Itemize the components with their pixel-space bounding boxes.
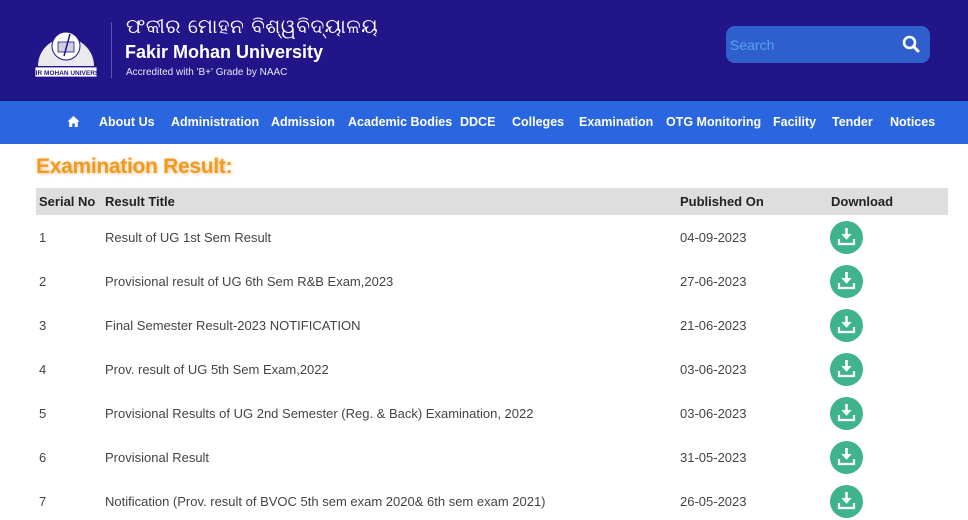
download-icon	[837, 492, 856, 510]
nav-about-us[interactable]: About Us	[99, 101, 155, 144]
nav-otg-monitoring[interactable]: OTG Monitoring	[666, 101, 761, 144]
serial-number: 6	[39, 450, 47, 465]
result-title: Result of UG 1st Sem Result	[105, 230, 272, 245]
main-navigation: About Us Administration Admission Academ…	[0, 99, 968, 144]
download-icon	[837, 228, 856, 246]
download-icon	[837, 448, 856, 466]
published-date: 21-06-2023	[680, 318, 747, 333]
nav-colleges[interactable]: Colleges	[512, 101, 564, 144]
column-header-download: Download	[831, 194, 894, 209]
logo-text: FAKIR MOHAN UNIVERSITY	[32, 70, 100, 77]
serial-number: 3	[39, 318, 47, 333]
nav-academic-bodies[interactable]: Academic Bodies	[348, 101, 452, 144]
download-icon	[837, 316, 856, 334]
page-title: Examination Result:	[36, 155, 233, 178]
search-box	[726, 26, 930, 63]
home-icon	[67, 116, 80, 127]
nav-notices[interactable]: Notices	[890, 101, 935, 144]
table-row: 1 Result of UG 1st Sem Result 04-09-2023	[36, 216, 948, 260]
download-icon	[837, 272, 856, 290]
download-icon	[837, 404, 856, 422]
accreditation-text: Accredited with 'B+' Grade by NAAC	[126, 67, 288, 78]
nav-ddce[interactable]: DDCE	[460, 101, 495, 144]
download-button[interactable]	[830, 441, 863, 474]
published-date: 03-06-2023	[680, 362, 747, 377]
column-header-published: Published On	[680, 194, 764, 209]
nav-examination[interactable]: Examination	[579, 101, 653, 144]
search-button[interactable]	[902, 35, 920, 53]
nav-home[interactable]	[67, 115, 80, 128]
nav-admission[interactable]: Admission	[271, 101, 335, 144]
published-date: 31-05-2023	[680, 450, 747, 465]
published-date: 27-06-2023	[680, 274, 747, 289]
published-date: 26-05-2023	[680, 494, 747, 509]
table-row: 3 Final Semester Result-2023 NOTIFICATION…	[36, 304, 948, 348]
result-title: Final Semester Result-2023 NOTIFICATION	[105, 318, 361, 333]
serial-number: 1	[39, 230, 47, 245]
download-icon	[837, 360, 856, 378]
download-button[interactable]	[830, 309, 863, 342]
university-name-odia: ଫକୀର ମୋହନ ବିଶ୍ୱବିଦ୍ୟାଳୟ	[126, 14, 379, 38]
serial-number: 2	[39, 274, 47, 289]
download-button[interactable]	[830, 397, 863, 430]
nav-facility[interactable]: Facility	[773, 101, 816, 144]
search-icon	[902, 35, 920, 53]
result-title: Prov. result of UG 5th Sem Exam,2022	[105, 362, 329, 377]
results-table-header: Serial No Result Title Published On Down…	[36, 188, 948, 215]
table-row: 5 Provisional Results of UG 2nd Semester …	[36, 392, 948, 436]
table-row: 7 Notification (Prov. result of BVOC 5th …	[36, 480, 948, 520]
university-logo[interactable]: FAKIR MOHAN UNIVERSITY	[23, 14, 110, 80]
serial-number: 7	[39, 494, 47, 509]
serial-number: 5	[39, 406, 47, 421]
nav-tender[interactable]: Tender	[832, 101, 873, 144]
download-button[interactable]	[830, 265, 863, 298]
nav-administration[interactable]: Administration	[171, 101, 259, 144]
result-title: Notification (Prov. result of BVOC 5th s…	[105, 494, 546, 509]
download-button[interactable]	[830, 353, 863, 386]
download-button[interactable]	[830, 221, 863, 254]
download-button[interactable]	[830, 485, 863, 518]
table-row: 4 Prov. result of UG 5th Sem Exam,2022 03-…	[36, 348, 948, 392]
university-name[interactable]: Fakir Mohan University	[125, 42, 323, 63]
table-row: 2 Provisional result of UG 6th Sem R&B Ex…	[36, 260, 948, 304]
published-date: 03-06-2023	[680, 406, 747, 421]
published-date: 04-09-2023	[680, 230, 747, 245]
result-title: Provisional result of UG 6th Sem R&B Exa…	[105, 274, 394, 289]
result-title: Provisional Result	[105, 450, 210, 465]
logo-divider	[111, 22, 112, 78]
result-title: Provisional Results of UG 2nd Semester (…	[105, 406, 534, 421]
table-row: 6 Provisional Result 31-05-2023	[36, 436, 948, 480]
site-header: FAKIR MOHAN UNIVERSITY ଫକୀର ମୋହନ ବିଶ୍ୱବି…	[0, 0, 968, 99]
column-header-serial: Serial No	[39, 194, 96, 209]
serial-number: 4	[39, 362, 47, 377]
search-input[interactable]	[730, 30, 898, 59]
column-header-title: Result Title	[105, 194, 175, 209]
